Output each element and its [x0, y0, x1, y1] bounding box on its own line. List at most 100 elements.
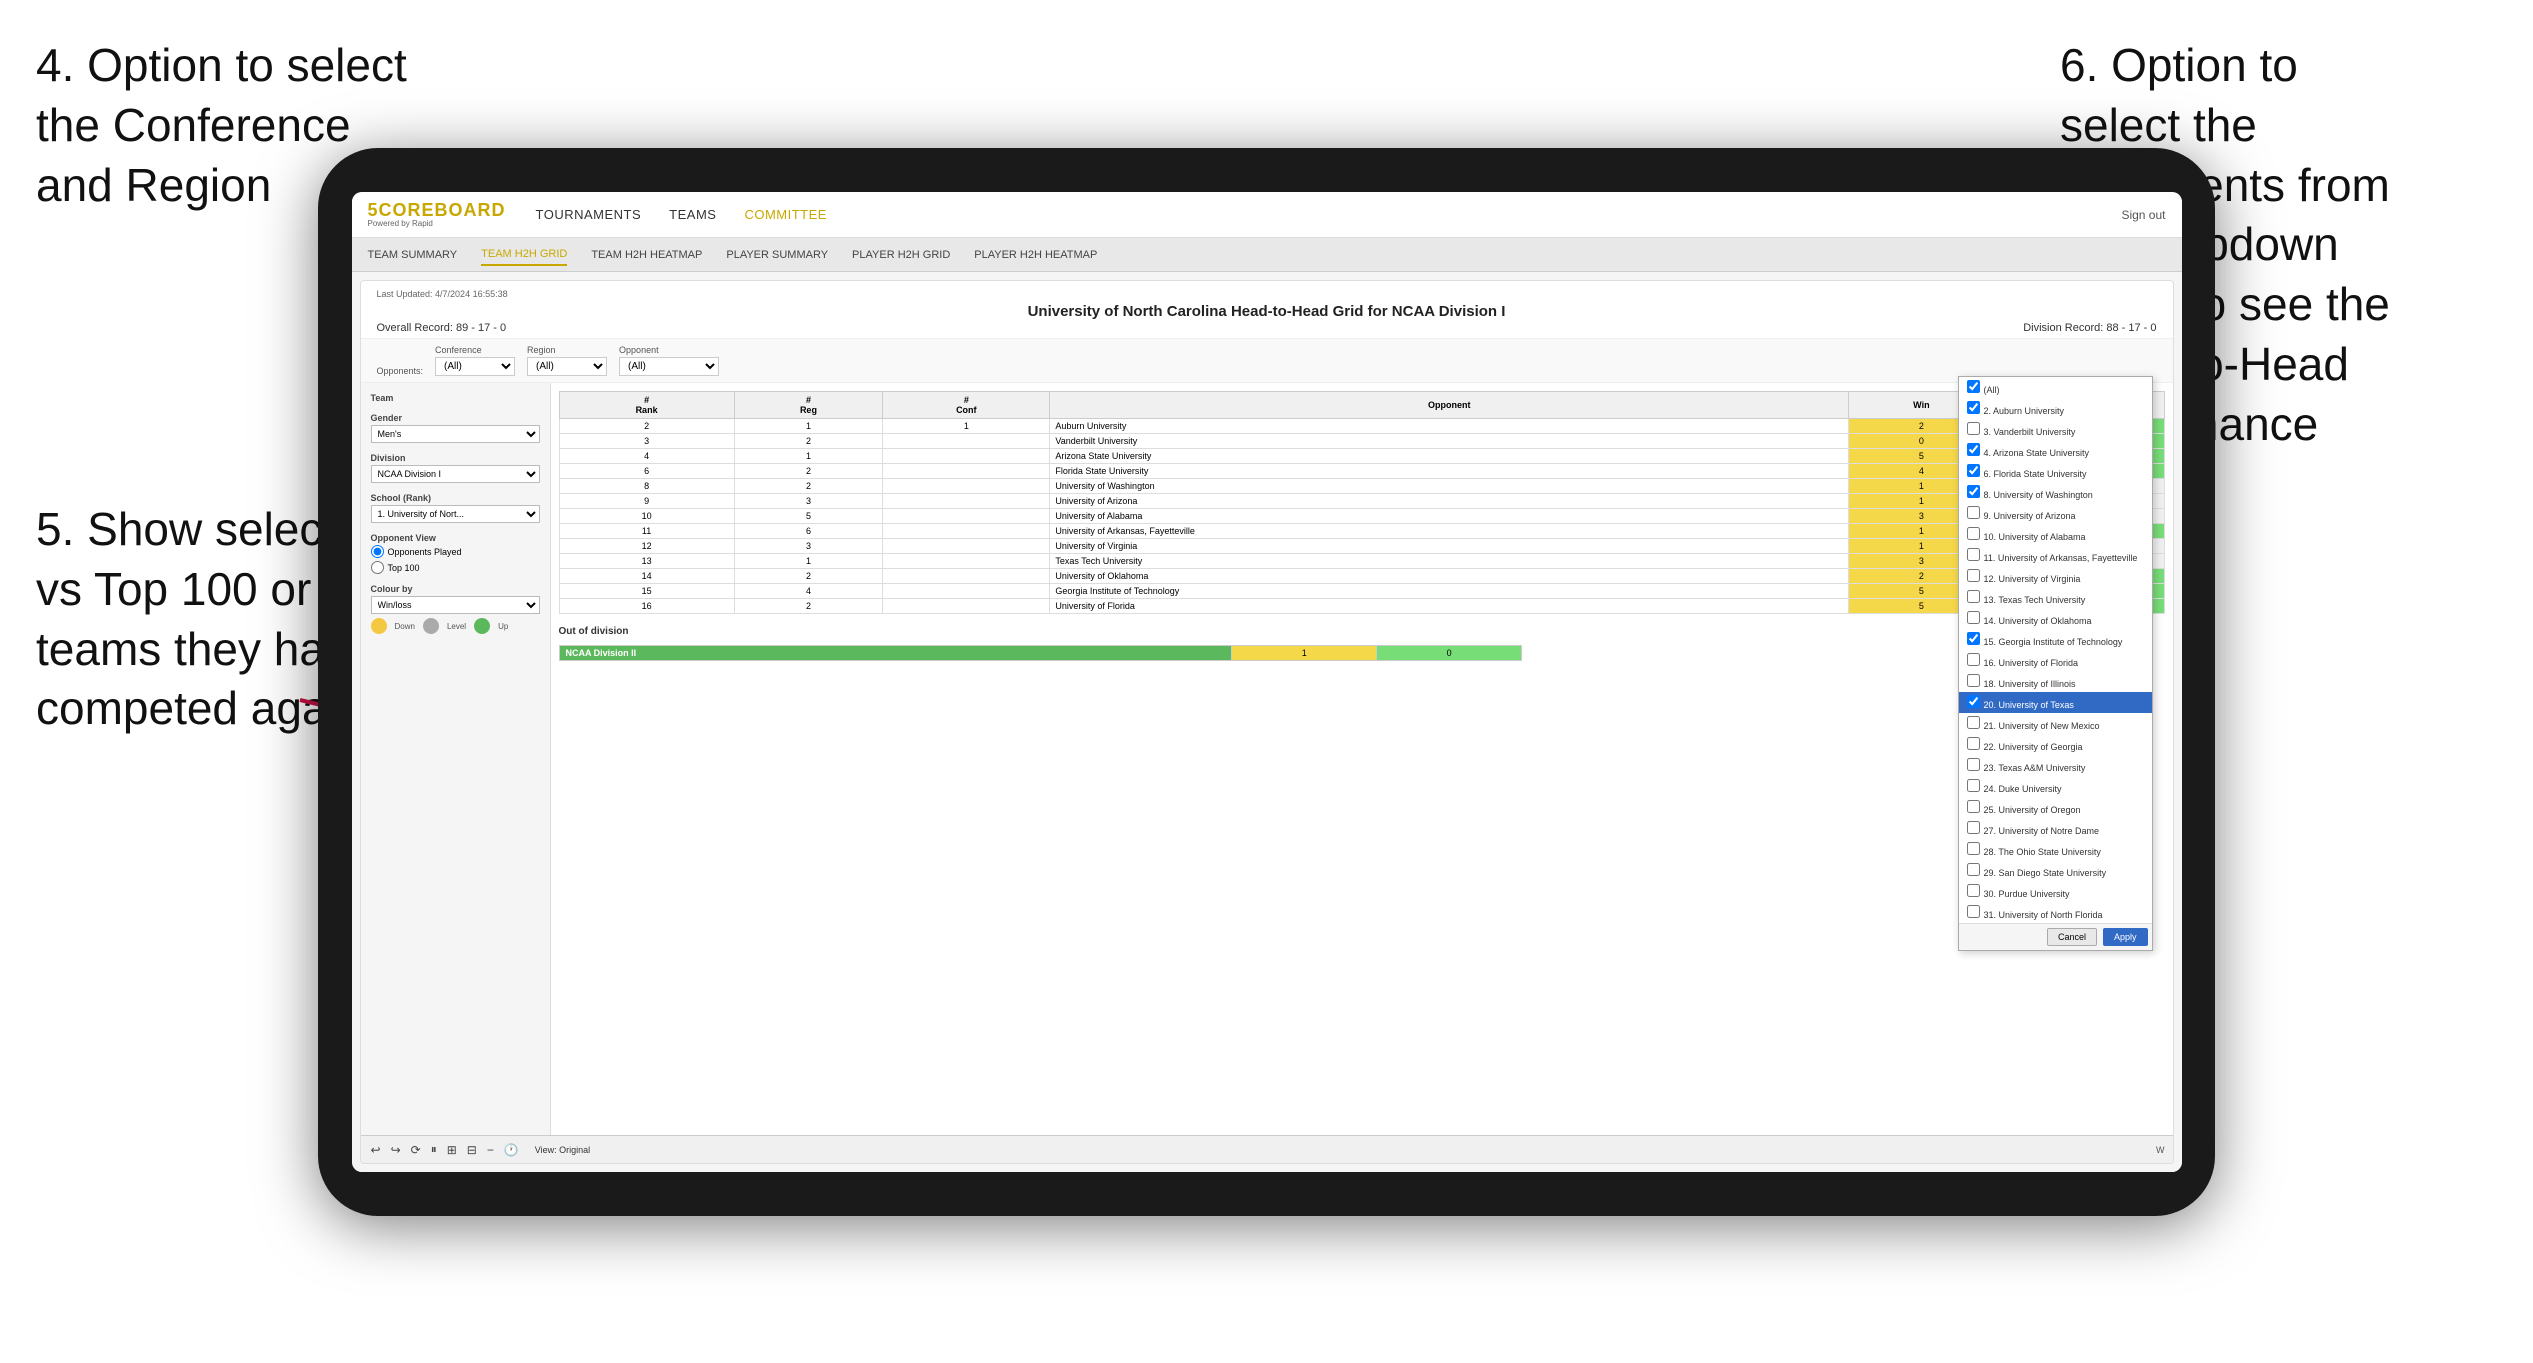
cancel-button[interactable]: Cancel: [2047, 928, 2097, 946]
dropdown-item[interactable]: 31. University of North Florida: [1959, 902, 2152, 923]
nav-teams[interactable]: TEAMS: [669, 207, 716, 222]
cell-conf: [883, 464, 1050, 479]
pause-btn[interactable]: ⏸: [429, 1140, 439, 1159]
cell-rank: 12: [559, 539, 734, 554]
cell-opponent: University of Arizona: [1050, 494, 1849, 509]
col-reg: #Reg: [734, 392, 883, 419]
cell-reg: 2: [734, 599, 883, 614]
dropdown-item[interactable]: (All): [1959, 377, 2152, 398]
nav-tournaments[interactable]: TOURNAMENTS: [536, 207, 642, 222]
copy-btn[interactable]: ⊞: [445, 1141, 459, 1159]
view-label: View: Original: [535, 1145, 590, 1155]
sub-nav-team-h2h-grid[interactable]: TEAM H2H GRID: [481, 244, 567, 266]
report-meta: Last Updated: 4/7/2024 16:55:38: [377, 289, 2157, 299]
sub-nav-player-h2h-heatmap[interactable]: PLAYER H2H HEATMAP: [974, 245, 1097, 265]
logo-text: 5COREBOARD: [368, 201, 506, 219]
report-area: Last Updated: 4/7/2024 16:55:38 Universi…: [360, 280, 2174, 1164]
cell-rank: 16: [559, 599, 734, 614]
radio-opponents-played-input[interactable]: [371, 545, 384, 558]
dropdown-item[interactable]: 8. University of Washington: [1959, 482, 2152, 503]
school-select[interactable]: 1. University of Nort...: [371, 505, 540, 523]
overall-record: Overall Record: 89 - 17 - 0: [377, 322, 507, 334]
dropdown-item[interactable]: 11. University of Arkansas, Fayetteville: [1959, 545, 2152, 566]
redo-btn[interactable]: ↪: [389, 1141, 403, 1159]
opponents-played-label: Opponents Played: [388, 547, 462, 557]
opponent-select[interactable]: (All): [619, 357, 719, 376]
colour-level-label: Level: [447, 622, 466, 631]
dropdown-item[interactable]: 29. San Diego State University: [1959, 860, 2152, 881]
radio-top-100[interactable]: Top 100: [371, 561, 540, 574]
opponent-dropdown[interactable]: (All)2. Auburn University3. Vanderbilt U…: [1958, 376, 2153, 951]
region-select[interactable]: (All): [527, 357, 607, 376]
colour-section: Colour by Win/loss Down Level Up: [371, 584, 540, 634]
logo-sub: Powered by Rapid: [368, 219, 506, 228]
refresh-btn[interactable]: ⟳: [409, 1141, 423, 1159]
dropdown-item[interactable]: 10. University of Alabama: [1959, 524, 2152, 545]
sub-nav-player-summary[interactable]: PLAYER SUMMARY: [726, 245, 828, 265]
minus-btn[interactable]: −: [485, 1141, 496, 1159]
report-toolbar: ↩ ↪ ⟳ ⏸ ⊞ ⊟ − 🕐 View: Original W: [361, 1135, 2173, 1163]
dropdown-item[interactable]: 22. University of Georgia: [1959, 734, 2152, 755]
dropdown-item[interactable]: 3. Vanderbilt University: [1959, 419, 2152, 440]
sub-nav-team-summary[interactable]: TEAM SUMMARY: [368, 245, 458, 265]
colour-select[interactable]: Win/loss: [371, 596, 540, 614]
radio-top-100-input[interactable]: [371, 561, 384, 574]
table-row: 13 1 Texas Tech University 3 0: [559, 554, 2164, 569]
cell-conf: [883, 494, 1050, 509]
table-row: 12 3 University of Virginia 1 0: [559, 539, 2164, 554]
sign-out-link[interactable]: Sign out: [2121, 208, 2165, 222]
nav-committee[interactable]: COMMITTEE: [744, 207, 827, 222]
opponent-view-label: Opponent View: [371, 533, 540, 543]
dropdown-item[interactable]: 24. Duke University: [1959, 776, 2152, 797]
cell-rank: 2: [559, 419, 734, 434]
cell-conf: [883, 539, 1050, 554]
dropdown-item[interactable]: 12. University of Virginia: [1959, 566, 2152, 587]
division-select[interactable]: NCAA Division I: [371, 465, 540, 483]
sub-nav-team-h2h-heatmap[interactable]: TEAM H2H HEATMAP: [591, 245, 702, 265]
radio-opponents-played[interactable]: Opponents Played: [371, 545, 540, 558]
apply-button[interactable]: Apply: [2103, 928, 2148, 946]
dropdown-item[interactable]: 6. Florida State University: [1959, 461, 2152, 482]
colour-circles: Down Level Up: [371, 618, 540, 634]
ncaa-label: NCAA Division II: [559, 646, 1232, 661]
colour-up: [474, 618, 490, 634]
dropdown-item[interactable]: 30. Purdue University: [1959, 881, 2152, 902]
sub-nav-player-h2h-grid[interactable]: PLAYER H2H GRID: [852, 245, 950, 265]
split-area: Team Gender Men's Division NCAA Division…: [361, 383, 2173, 1135]
undo-btn[interactable]: ↩: [369, 1141, 383, 1159]
nav-right: Sign out: [2121, 208, 2165, 222]
dropdown-item[interactable]: 27. University of Notre Dame: [1959, 818, 2152, 839]
dropdown-item[interactable]: 18. University of Illinois: [1959, 671, 2152, 692]
table-row: 2 1 1 Auburn University 2 1: [559, 419, 2164, 434]
cell-reg: 2: [734, 434, 883, 449]
cell-opponent: Arizona State University: [1050, 449, 1849, 464]
dropdown-item[interactable]: 9. University of Arizona: [1959, 503, 2152, 524]
dropdown-item[interactable]: 20. University of Texas: [1959, 692, 2152, 713]
dropdown-item[interactable]: 13. Texas Tech University: [1959, 587, 2152, 608]
cell-reg: 2: [734, 464, 883, 479]
cell-conf: [883, 569, 1050, 584]
out-division-row: NCAA Division II 1 0: [559, 646, 1522, 661]
colour-label: Colour by: [371, 584, 540, 594]
cell-opponent: Vanderbilt University: [1050, 434, 1849, 449]
out-division-label: Out of division: [559, 626, 2165, 637]
dropdown-item[interactable]: 23. Texas A&M University: [1959, 755, 2152, 776]
cell-rank: 13: [559, 554, 734, 569]
dropdown-item[interactable]: 21. University of New Mexico: [1959, 713, 2152, 734]
dropdown-item[interactable]: 4. Arizona State University: [1959, 440, 2152, 461]
clock-btn[interactable]: 🕐: [502, 1141, 521, 1159]
table-row: 8 2 University of Washington 1 0: [559, 479, 2164, 494]
dropdown-item[interactable]: 2. Auburn University: [1959, 398, 2152, 419]
conference-select[interactable]: (All): [435, 357, 515, 376]
tablet-frame: 5COREBOARD Powered by Rapid TOURNAMENTS …: [318, 148, 2215, 1216]
cell-opponent: Texas Tech University: [1050, 554, 1849, 569]
grid-btn[interactable]: ⊟: [465, 1141, 479, 1159]
dropdown-item[interactable]: 28. The Ohio State University: [1959, 839, 2152, 860]
dropdown-item[interactable]: 25. University of Oregon: [1959, 797, 2152, 818]
colour-down: [371, 618, 387, 634]
gender-select[interactable]: Men's: [371, 425, 540, 443]
tablet-screen: 5COREBOARD Powered by Rapid TOURNAMENTS …: [352, 192, 2182, 1172]
dropdown-item[interactable]: 16. University of Florida: [1959, 650, 2152, 671]
dropdown-item[interactable]: 14. University of Oklahoma: [1959, 608, 2152, 629]
dropdown-item[interactable]: 15. Georgia Institute of Technology: [1959, 629, 2152, 650]
